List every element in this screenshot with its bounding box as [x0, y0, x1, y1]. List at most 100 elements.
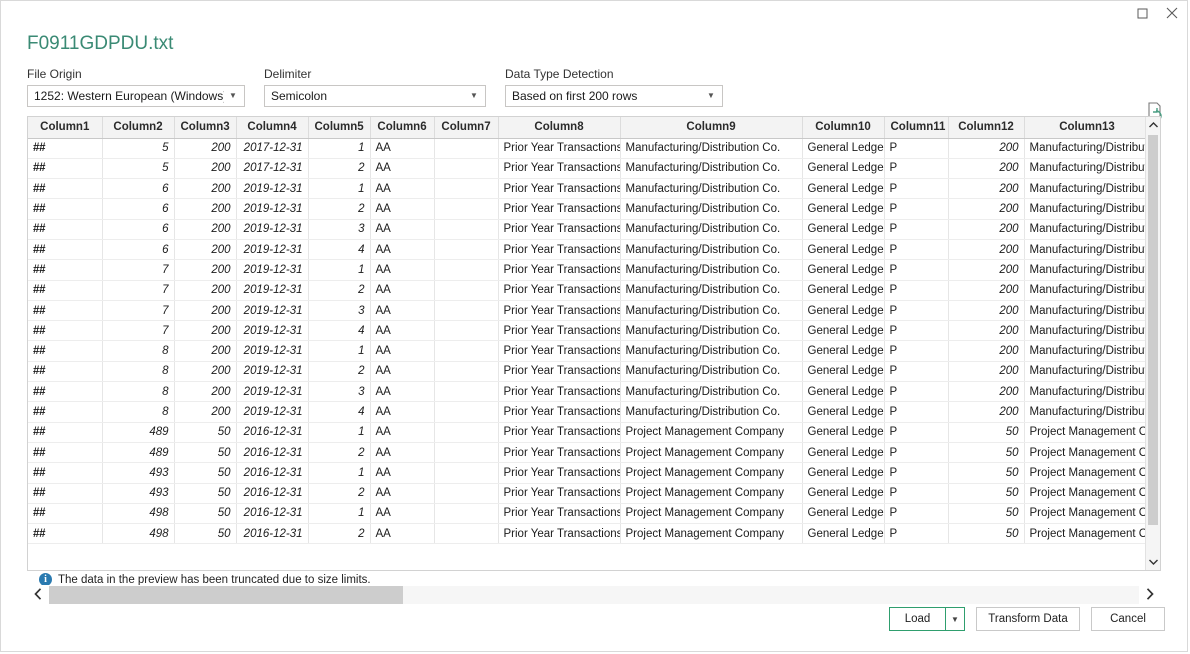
- column-header-11[interactable]: Column11: [884, 117, 949, 139]
- column-header-8[interactable]: Column8: [498, 117, 621, 139]
- cell-col10: General Ledger: [802, 198, 885, 220]
- column-header-6[interactable]: Column6: [370, 117, 435, 139]
- load-button[interactable]: Load: [889, 607, 946, 631]
- cell-col11: P: [884, 178, 949, 200]
- scroll-up-button[interactable]: [1146, 117, 1160, 133]
- load-dropdown-button[interactable]: ▼: [946, 607, 965, 631]
- column-header-7[interactable]: Column7: [434, 117, 499, 139]
- cell-col4: 2019-12-31: [236, 340, 309, 362]
- cell-col1: ##: [28, 138, 103, 159]
- table-row: ## 7 200 2019-12-31 4 AA Prior Year Transactio…: [28, 320, 1151, 342]
- column-header-10[interactable]: Column10: [802, 117, 885, 139]
- vertical-scrollbar[interactable]: [1145, 117, 1160, 570]
- file-origin-select[interactable]: 1252: Western European (Windows) ▼: [27, 85, 245, 107]
- cell-col8: Prior Year Transactions: [498, 259, 621, 281]
- cell-col10: General Ledger: [802, 401, 885, 423]
- cell-col3: 50: [174, 462, 237, 484]
- table-row: ## 6 200 2019-12-31 4 AA Prior Year Transactio…: [28, 239, 1151, 261]
- column-header-3[interactable]: Column3: [174, 117, 237, 139]
- cell-col10: General Ledger: [802, 381, 885, 403]
- cell-col7: [434, 401, 499, 423]
- cell-col13: Manufacturing/Distributic: [1024, 198, 1151, 220]
- cell-col6: AA: [370, 442, 435, 464]
- cell-col11: P: [884, 483, 949, 504]
- cell-col7: [434, 523, 499, 545]
- cell-col2: 493: [102, 462, 175, 484]
- cell-col13: Project Management Com: [1024, 503, 1151, 525]
- cell-col12: 200: [948, 280, 1025, 301]
- cell-col3: 50: [174, 503, 237, 525]
- maximize-button[interactable]: [1127, 1, 1157, 25]
- table-row: ## 493 50 2016-12-31 1 AA Prior Year Transacti…: [28, 462, 1151, 484]
- cell-col2: 7: [102, 320, 175, 342]
- cell-col3: 200: [174, 138, 237, 159]
- cell-col4: 2017-12-31: [236, 158, 309, 180]
- cell-col8: Prior Year Transactions: [498, 381, 621, 403]
- horizontal-scroll-track[interactable]: [49, 586, 1139, 604]
- cell-col8: Prior Year Transactions: [498, 442, 621, 464]
- horizontal-scrollbar[interactable]: [27, 585, 1161, 605]
- column-header-9[interactable]: Column9: [620, 117, 803, 139]
- cell-col6: AA: [370, 198, 435, 220]
- cell-col4: 2019-12-31: [236, 239, 309, 261]
- cell-col5: 3: [308, 300, 371, 322]
- cell-col3: 200: [174, 178, 237, 200]
- cell-col7: [434, 462, 499, 484]
- column-header-12[interactable]: Column12: [948, 117, 1025, 139]
- cell-col9: Project Management Company: [620, 483, 803, 504]
- cell-col2: 8: [102, 340, 175, 362]
- cell-col10: General Ledger: [802, 442, 885, 464]
- scroll-left-button[interactable]: [27, 587, 49, 603]
- delimiter-value: Semicolon: [271, 89, 328, 103]
- cell-col2: 5: [102, 138, 175, 159]
- cell-col12: 50: [948, 503, 1025, 525]
- cell-col10: General Ledger: [802, 280, 885, 301]
- cell-col1: ##: [28, 401, 103, 423]
- dialog-header: F0911GDPDU.txt File Origin 1252: Western…: [1, 25, 1187, 122]
- scroll-right-button[interactable]: [1139, 587, 1161, 603]
- cell-col7: [434, 259, 499, 281]
- cell-col2: 489: [102, 422, 175, 443]
- maximize-icon: [1137, 8, 1147, 18]
- cancel-button[interactable]: Cancel: [1091, 607, 1165, 631]
- cell-col12: 200: [948, 239, 1025, 261]
- options-row: File Origin 1252: Western European (Wind…: [27, 67, 1161, 107]
- cell-col9: Manufacturing/Distribution Co.: [620, 340, 803, 362]
- cell-col9: Project Management Company: [620, 422, 803, 443]
- chevron-down-icon: ▼: [470, 91, 478, 100]
- cell-col7: [434, 280, 499, 301]
- scroll-down-button[interactable]: [1146, 554, 1160, 570]
- cell-col12: 200: [948, 361, 1025, 383]
- cell-col3: 50: [174, 422, 237, 443]
- cell-col12: 50: [948, 462, 1025, 484]
- column-header-2[interactable]: Column2: [102, 117, 175, 139]
- cell-col8: Prior Year Transactions: [498, 422, 621, 443]
- column-header-4[interactable]: Column4: [236, 117, 309, 139]
- truncation-message-text: The data in the preview has been truncat…: [58, 573, 371, 586]
- cell-col3: 200: [174, 401, 237, 423]
- vertical-scroll-thumb[interactable]: [1148, 135, 1158, 525]
- column-header-5[interactable]: Column5: [308, 117, 371, 139]
- cell-col8: Prior Year Transactions: [498, 158, 621, 180]
- cell-col11: P: [884, 320, 949, 342]
- cell-col7: [434, 381, 499, 403]
- transform-data-button[interactable]: Transform Data: [976, 607, 1080, 631]
- close-button[interactable]: [1157, 1, 1187, 25]
- cell-col6: AA: [370, 523, 435, 545]
- cell-col12: 200: [948, 300, 1025, 322]
- table-row: ## 489 50 2016-12-31 1 AA Prior Year Transacti…: [28, 422, 1151, 443]
- cell-col13: Manufacturing/Distributic: [1024, 259, 1151, 281]
- cell-col9: Manufacturing/Distribution Co.: [620, 138, 803, 159]
- data-type-detection-select[interactable]: Based on first 200 rows ▼: [505, 85, 723, 107]
- delimiter-select[interactable]: Semicolon ▼: [264, 85, 486, 107]
- cell-col6: AA: [370, 422, 435, 443]
- cell-col5: 1: [308, 178, 371, 200]
- cell-col6: AA: [370, 340, 435, 362]
- cell-col10: General Ledger: [802, 523, 885, 545]
- cell-col4: 2019-12-31: [236, 300, 309, 322]
- cell-col3: 200: [174, 219, 237, 240]
- column-header-1[interactable]: Column1: [28, 117, 103, 139]
- horizontal-scroll-thumb[interactable]: [49, 586, 403, 604]
- delimiter-group: Delimiter Semicolon ▼: [264, 67, 486, 107]
- column-header-13[interactable]: Column13: [1024, 117, 1151, 139]
